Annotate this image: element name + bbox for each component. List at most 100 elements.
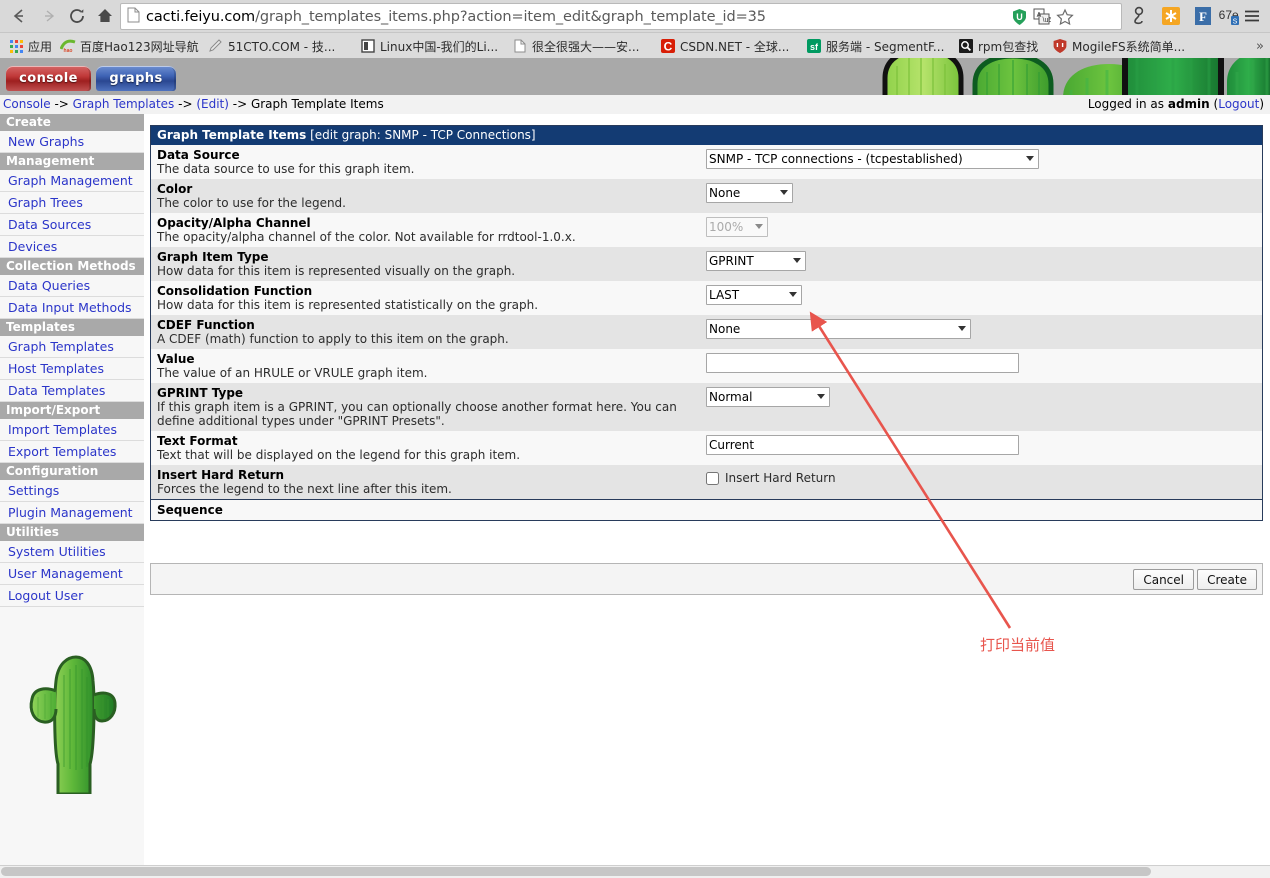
sidebar-group-header: Collection Methods: [0, 258, 144, 275]
sidebar-item-new-graphs[interactable]: New Graphs: [0, 131, 144, 153]
consolidation-function-select[interactable]: LAST: [706, 285, 802, 305]
form-row-control: 100%: [702, 213, 1262, 241]
create-button[interactable]: Create: [1197, 569, 1257, 590]
breadcrumb-item-console[interactable]: Console: [3, 97, 51, 111]
sidebar-group-header: Configuration: [0, 463, 144, 480]
form-rows: Data Source The data source to use for th…: [151, 145, 1262, 520]
segmentfault-icon: sf: [806, 38, 822, 54]
breadcrumb: Console -> Graph Templates -> (Edit) -> …: [3, 97, 384, 111]
svg-text:S: S: [1233, 18, 1238, 25]
field-help-text: A CDEF (math) function to apply to this …: [157, 332, 509, 346]
bookmark-star-icon[interactable]: [1056, 8, 1074, 29]
bookmark-label: rpm包查找: [978, 39, 1039, 54]
horizontal-scrollbar-thumb[interactable]: [1, 867, 1151, 876]
value-input[interactable]: [706, 353, 1019, 373]
field-label: GPRINT Type: [157, 386, 244, 400]
bookmark-hao123[interactable]: hao 百度Hao123网址导航: [60, 33, 199, 59]
tab-console[interactable]: console: [6, 66, 91, 91]
sidebar-item-host-templates[interactable]: Host Templates: [0, 358, 144, 380]
panel-title-text: Graph Template Items: [157, 128, 307, 142]
reload-button[interactable]: [64, 3, 90, 29]
form-row-control: GPRINT: [702, 247, 1262, 275]
sidebar-item-export-templates[interactable]: Export Templates: [0, 441, 144, 463]
logout-link[interactable]: Logout: [1218, 97, 1259, 111]
shield-icon[interactable]: U: [1011, 8, 1028, 29]
address-bar[interactable]: cacti.feiyu.com/graph_templates_items.ph…: [120, 3, 1122, 30]
sidebar-item-settings[interactable]: Settings: [0, 480, 144, 502]
field-label: Graph Item Type: [157, 250, 269, 264]
forward-button[interactable]: [36, 3, 62, 29]
sidebar-item-data-input-methods[interactable]: Data Input Methods: [0, 297, 144, 319]
breadcrumb-separator: ->: [228, 97, 251, 111]
data-source-select-wrapper: SNMP - TCP connections - (tcpestablished…: [706, 149, 1039, 169]
sidebar-item-logout-user[interactable]: Logout User: [0, 585, 144, 607]
sidebar-item-user-management[interactable]: User Management: [0, 563, 144, 585]
bookmark-segmentfault[interactable]: sf 服务端 - SegmentF...: [806, 33, 944, 59]
tab-graphs[interactable]: graphs: [96, 66, 176, 91]
bookmark-label: MogileFS系统简单...: [1072, 39, 1186, 54]
breadcrumb-current: Graph Template Items: [250, 97, 384, 111]
sidebar-item-system-utilities[interactable]: System Utilities: [0, 541, 144, 563]
page-body: Create New Graphs Management Graph Manageme…: [0, 114, 1270, 878]
insert-hard-return-checkbox-row[interactable]: Insert Hard Return: [706, 469, 1262, 485]
color-select[interactable]: None: [706, 183, 793, 203]
horizontal-scrollbar[interactable]: [0, 865, 1270, 878]
extension-icon[interactable]: [1128, 4, 1150, 27]
sequence-description: Sequence: [151, 500, 702, 520]
sidebar-item-graph-management[interactable]: Graph Management: [0, 170, 144, 192]
breadcrumb-item-graph-templates[interactable]: Graph Templates: [73, 97, 175, 111]
sidebar-item-devices[interactable]: Devices: [0, 236, 144, 258]
f-icon[interactable]: F: [1192, 4, 1214, 27]
bookmark-label: 服务端 - SegmentF...: [826, 39, 945, 54]
sidebar-group-header: Utilities: [0, 524, 144, 541]
form-row-control: [702, 349, 1262, 377]
main-content: Graph Template Items [edit graph: SNMP -…: [144, 114, 1270, 878]
opacity-alpha-channel-select-wrapper: 100%: [706, 217, 768, 237]
bookmark-csdn[interactable]: C CSDN.NET - 全球...: [660, 33, 789, 59]
graph-item-type-select[interactable]: GPRINT: [706, 251, 806, 271]
dictionary-icon[interactable]: \u67e5S: [1218, 4, 1240, 27]
breadcrumb-separator: ->: [174, 97, 197, 111]
sidebar-item-data-templates[interactable]: Data Templates: [0, 380, 144, 402]
insert-hard-return-checkbox[interactable]: [706, 471, 719, 485]
bookmark-hen-quan[interactable]: 很全很强大——安...: [512, 33, 639, 59]
bookmark-mogilefs[interactable]: MogileFS系统简单...: [1052, 33, 1185, 59]
cancel-button[interactable]: Cancel: [1133, 569, 1194, 590]
sidebar-item-import-templates[interactable]: Import Templates: [0, 419, 144, 441]
sidebar-group-header: Create: [0, 114, 144, 131]
sidebar-item-graph-trees[interactable]: Graph Trees: [0, 192, 144, 214]
bookmark-label: 很全很强大——安...: [532, 39, 640, 54]
sidebar-item-graph-templates[interactable]: Graph Templates: [0, 336, 144, 358]
browser-menu-button[interactable]: [1240, 4, 1264, 28]
field-label: CDEF Function: [157, 318, 255, 332]
bookmark-rpm-search[interactable]: rpm包查找: [958, 33, 1038, 59]
browser-toolbar: cacti.feiyu.com/graph_templates_items.ph…: [0, 0, 1270, 32]
bookmarks-overflow-button[interactable]: »: [1256, 33, 1264, 59]
bookmark-linux-china[interactable]: Linux中国-我们的Li...: [360, 33, 498, 59]
bookmark-51cto[interactable]: 51CTO.COM - 技...: [208, 33, 335, 59]
text-format-input[interactable]: [706, 435, 1019, 455]
cdef-function-select[interactable]: None: [706, 319, 971, 339]
form-row-description: CDEF Function A CDEF (math) function to a…: [151, 315, 702, 349]
gprint-type-select[interactable]: Normal: [706, 387, 830, 407]
back-button[interactable]: [6, 3, 32, 29]
form-row: Consolidation Function How data for this …: [151, 281, 1262, 315]
pen-icon: [208, 38, 224, 54]
form-row: CDEF Function A CDEF (math) function to a…: [151, 315, 1262, 349]
breadcrumb-item-edit[interactable]: (Edit): [196, 97, 229, 111]
field-help-text: The opacity/alpha channel of the color. …: [157, 230, 576, 244]
form-row: Text Format Text that will be displayed o…: [151, 431, 1262, 465]
sidebar-item-plugin-management[interactable]: Plugin Management: [0, 502, 144, 524]
login-username: admin: [1167, 97, 1210, 111]
sidebar-item-data-queries[interactable]: Data Queries: [0, 275, 144, 297]
form-row-control: None: [702, 179, 1262, 207]
search-icon: [958, 38, 974, 54]
color-select-wrapper: None: [706, 183, 793, 203]
asterisk-icon[interactable]: [1160, 4, 1182, 27]
sidebar-item-data-sources[interactable]: Data Sources: [0, 214, 144, 236]
opacity-alpha-channel-select[interactable]: 100%: [706, 217, 768, 237]
home-button[interactable]: [92, 3, 118, 29]
bookmark-apps[interactable]: 应用: [8, 33, 52, 59]
data-source-select[interactable]: SNMP - TCP connections - (tcpestablished…: [706, 149, 1039, 169]
translate-icon[interactable]: A\u6587: [1033, 8, 1064, 29]
